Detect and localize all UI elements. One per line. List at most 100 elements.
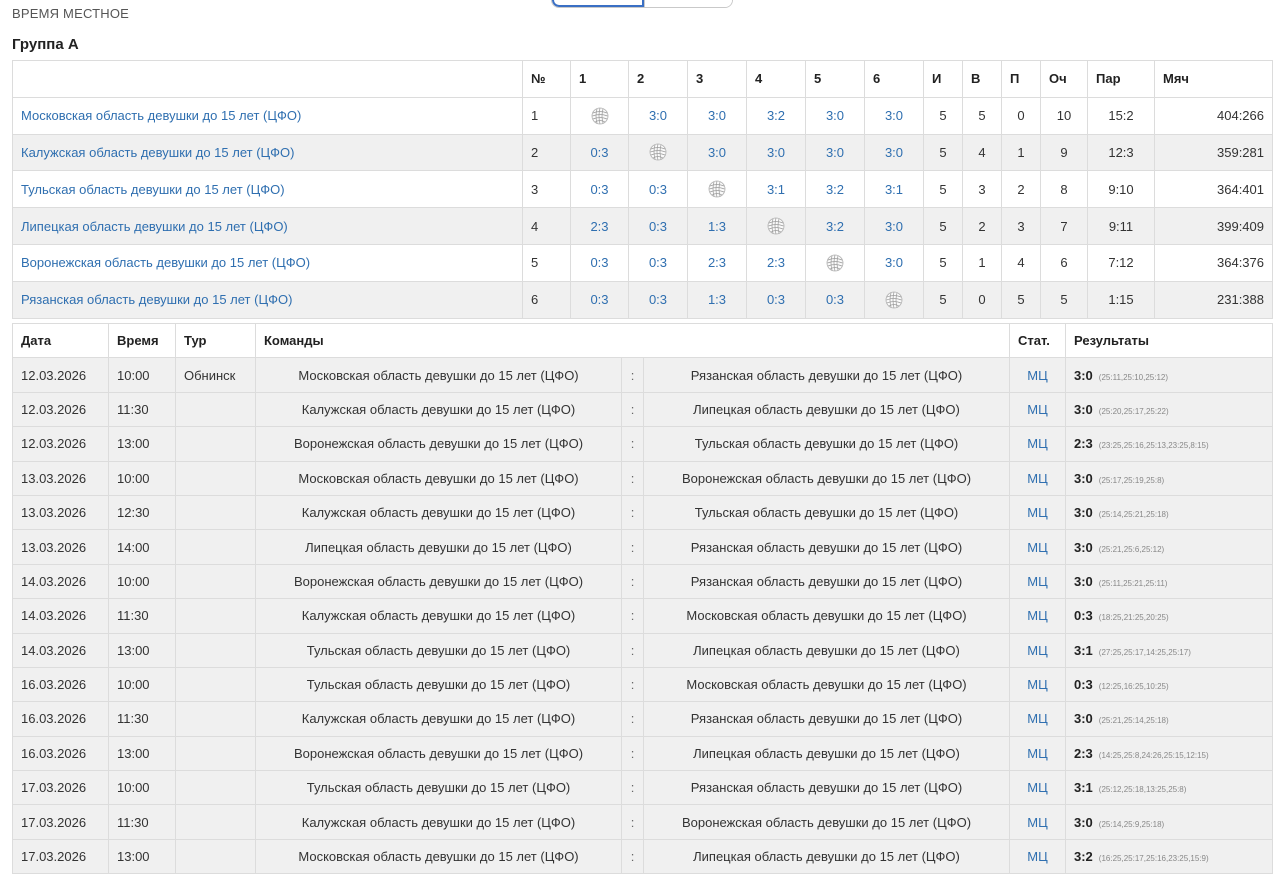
match-score-link[interactable]: 0:3 (570, 170, 629, 209)
standings-row: Липецкая область девушки до 15 лет (ЦФО)… (12, 207, 1273, 245)
match-row: 13.03.2026 10:00 Московская область девушк… (12, 460, 1273, 496)
match-score-link[interactable]: 0:3 (570, 133, 629, 172)
match-score-link[interactable]: 1:3 (687, 280, 747, 319)
stat-link[interactable]: МЦ (1009, 666, 1066, 703)
local-time-label: ВРЕМЯ МЕСТНОЕ (12, 6, 130, 21)
team-link[interactable]: Тульская область девушки до 15 лет (ЦФО) (12, 170, 523, 209)
match-score-link[interactable]: 0:3 (570, 280, 629, 319)
match-result: 3:0 (25:11,25:21,25:11) (1065, 563, 1273, 600)
home-team: Тульская область девушки до 15 лет (ЦФО) (255, 666, 622, 703)
wins: 5 (962, 96, 1002, 135)
match-score-link[interactable]: 2:3 (687, 243, 747, 282)
match-score-link[interactable]: 0:3 (805, 280, 865, 319)
home-team: Калужская область девушки до 15 лет (ЦФО… (255, 598, 622, 634)
standings-col-header: В (962, 60, 1002, 98)
self-cell (628, 133, 688, 172)
team-link[interactable]: Калужская область девушки до 15 лет (ЦФО… (12, 133, 523, 172)
wins: 3 (962, 170, 1002, 209)
away-team: Тульская область девушки до 15 лет (ЦФО) (643, 426, 1010, 462)
match-score-link[interactable]: 3:0 (864, 133, 924, 172)
team-link[interactable]: Воронежская область девушки до 15 лет (Ц… (12, 243, 523, 282)
volleyball-icon (766, 216, 786, 236)
standings-col-header: Мяч (1154, 60, 1273, 98)
match-score-link[interactable]: 3:0 (864, 243, 924, 282)
match-score-link[interactable]: 0:3 (570, 243, 629, 282)
match-score-link[interactable]: 1:3 (687, 207, 747, 245)
team-link[interactable]: Рязанская область девушки до 15 лет (ЦФО… (12, 280, 523, 319)
match-score-link[interactable]: 0:3 (746, 280, 806, 319)
match-score-link[interactable]: 3:2 (746, 96, 806, 135)
match-score-link[interactable]: 3:0 (805, 96, 865, 135)
match-score-link[interactable]: 3:0 (687, 96, 747, 135)
match-time: 11:30 (108, 391, 176, 428)
match-date: 16.03.2026 (12, 735, 109, 772)
stat-link[interactable]: МЦ (1009, 460, 1066, 496)
match-time: 10:00 (108, 563, 176, 600)
home-team: Липецкая область девушки до 15 лет (ЦФО) (255, 529, 622, 565)
match-row: 17.03.2026 11:30 Калужская область девушки… (12, 804, 1273, 840)
away-team: Рязанская область девушки до 15 лет (ЦФО… (643, 770, 1010, 806)
match-time: 11:30 (108, 804, 176, 840)
points: 7 (1040, 207, 1088, 245)
view-toggle-table[interactable] (552, 0, 644, 7)
stat-link[interactable]: МЦ (1009, 701, 1066, 737)
stat-link[interactable]: МЦ (1009, 838, 1066, 875)
stat-link[interactable]: МЦ (1009, 426, 1066, 462)
match-score-link[interactable]: 3:0 (628, 96, 688, 135)
set-scores: (25:11,25:21,25:11) (1098, 578, 1168, 588)
match-score-link[interactable]: 2:3 (746, 243, 806, 282)
match-row: 17.03.2026 10:00 Тульская область девушки … (12, 770, 1273, 806)
match-time: 12:30 (108, 494, 176, 531)
match-tour (175, 632, 256, 668)
match-score-link[interactable]: 0:3 (628, 170, 688, 209)
match-score-link[interactable]: 3:0 (746, 133, 806, 172)
stat-link[interactable]: МЦ (1009, 804, 1066, 840)
points: 5 (1040, 280, 1088, 319)
team-separator: : (621, 598, 644, 634)
match-score-link[interactable]: 3:0 (687, 133, 747, 172)
home-team: Калужская область девушки до 15 лет (ЦФО… (255, 701, 622, 737)
losses: 4 (1001, 243, 1041, 282)
match-result: 2:3 (23:25,25:16,25:13,23:25,8:15) (1065, 426, 1273, 462)
home-team: Воронежская область девушки до 15 лет (Ц… (255, 426, 622, 462)
match-score-link[interactable]: 0:3 (628, 207, 688, 245)
stat-link[interactable]: МЦ (1009, 529, 1066, 565)
stat-link[interactable]: МЦ (1009, 494, 1066, 531)
match-row: 17.03.2026 13:00 Московская область девушк… (12, 838, 1273, 875)
team-link[interactable]: Липецкая область девушки до 15 лет (ЦФО) (12, 207, 523, 245)
view-toggle-other[interactable] (643, 0, 732, 7)
team-link[interactable]: Московская область девушки до 15 лет (ЦФ… (12, 96, 523, 135)
self-cell (746, 207, 806, 245)
team-separator: : (621, 770, 644, 806)
stat-link[interactable]: МЦ (1009, 357, 1066, 393)
match-score-link[interactable]: 3:1 (746, 170, 806, 209)
standings-col-header: Оч (1040, 60, 1088, 98)
match-score-link[interactable]: 0:3 (628, 280, 688, 319)
match-score-link[interactable]: 2:3 (570, 207, 629, 245)
match-score-link[interactable]: 3:0 (864, 96, 924, 135)
stat-link[interactable]: МЦ (1009, 770, 1066, 806)
match-score-link[interactable]: 3:0 (805, 133, 865, 172)
match-tour (175, 701, 256, 737)
col-date: Дата (12, 322, 109, 359)
stat-link[interactable]: МЦ (1009, 632, 1066, 668)
stat-link[interactable]: МЦ (1009, 735, 1066, 772)
stat-link[interactable]: МЦ (1009, 563, 1066, 600)
match-score-link[interactable]: 3:0 (864, 207, 924, 245)
match-score-link[interactable]: 0:3 (628, 243, 688, 282)
stat-link[interactable]: МЦ (1009, 391, 1066, 428)
standings-row: Воронежская область девушки до 15 лет (Ц… (12, 243, 1273, 282)
volleyball-icon (648, 142, 668, 162)
team-separator: : (621, 563, 644, 600)
match-score-link[interactable]: 3:2 (805, 207, 865, 245)
match-score-link[interactable]: 3:2 (805, 170, 865, 209)
match-score-link[interactable]: 3:1 (864, 170, 924, 209)
losses: 5 (1001, 280, 1041, 319)
match-score: 2:3 (1074, 745, 1093, 761)
match-tour (175, 529, 256, 565)
team-number: 3 (522, 170, 571, 209)
match-time: 10:00 (108, 460, 176, 496)
stat-link[interactable]: МЦ (1009, 598, 1066, 634)
match-date: 17.03.2026 (12, 804, 109, 840)
standings-col-header: № (522, 60, 571, 98)
